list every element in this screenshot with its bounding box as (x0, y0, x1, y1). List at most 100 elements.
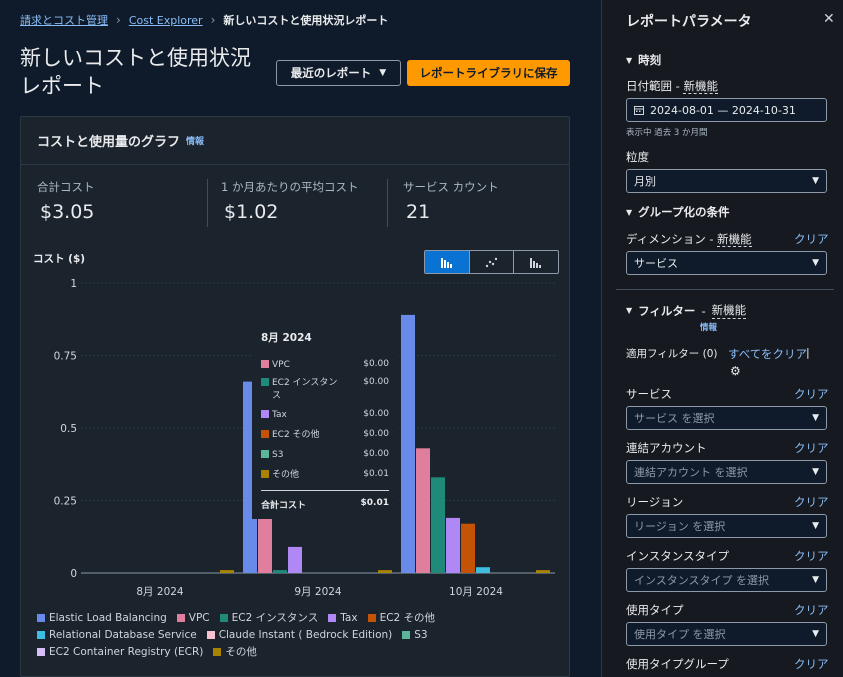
caret-down-icon: ▼ (812, 629, 819, 639)
instance-type-filter-label: インスタンスタイプ (626, 549, 730, 563)
bar[interactable] (273, 570, 287, 573)
legend-swatch (402, 630, 411, 639)
region-filter-select[interactable]: リージョン を選択 ▼ (626, 514, 827, 538)
tooltip-row-name: VPC (272, 360, 290, 370)
dimension-select[interactable]: サービス ▼ (626, 251, 827, 275)
bar[interactable] (536, 570, 550, 573)
legend-item[interactable]: Claude Instant ( Bedrock Edition) (206, 628, 393, 641)
collapse-triangle-icon: ▼ (626, 306, 633, 315)
service-clear-link[interactable]: クリア (794, 386, 829, 402)
bar[interactable] (446, 517, 460, 573)
line-chart-button[interactable] (470, 251, 515, 273)
bar[interactable] (461, 523, 475, 573)
bar[interactable] (220, 570, 234, 573)
tooltip-row: S3 $0.00 (261, 449, 389, 462)
legend-item[interactable]: その他 (213, 644, 257, 659)
legend-swatch (219, 613, 228, 622)
legend-swatch (176, 613, 185, 622)
section-time[interactable]: ▼ 時刻 (626, 52, 661, 68)
recent-reports-label: 最近のレポート (290, 66, 372, 80)
breadcrumb-cost-explorer-link[interactable]: Cost Explorer (129, 14, 203, 27)
legend-item[interactable]: S3 (402, 629, 428, 641)
legend-label: Elastic Load Balancing (49, 611, 167, 624)
bar[interactable] (476, 567, 490, 573)
metric-value: 21 (406, 201, 431, 223)
info-link[interactable]: 情報 (186, 134, 204, 147)
section-filters[interactable]: ▼ フィルター - 新機能 (626, 302, 747, 319)
caret-down-icon: ▼ (812, 467, 819, 477)
service-filter-label: サービス (626, 387, 672, 401)
caret-down-icon: ▼ (379, 68, 387, 78)
region-filter-placeholder: リージョン を選択 (634, 520, 726, 533)
metric-divider (387, 179, 388, 227)
breadcrumb-separator-icon: › (210, 13, 216, 27)
y-axis-label: コスト ($) (33, 253, 86, 265)
legend-item[interactable]: EC2 Container Registry (ECR) (37, 646, 203, 658)
usage-type-clear-link[interactable]: クリア (794, 602, 829, 618)
save-to-library-button[interactable]: レポートライブラリに保存 (407, 60, 570, 86)
chart-tooltip: 8月 2024 VPC $0.00 EC2 インスタンス $0.00 Tax $0.00 E… (252, 323, 398, 519)
caret-down-icon: ▼ (812, 521, 819, 531)
tooltip-swatch (261, 360, 269, 368)
usage-type-group-clear-link[interactable]: クリア (794, 656, 829, 672)
y-tick-label: 0 (70, 568, 77, 580)
section-group-by[interactable]: ▼ グループ化の条件 (626, 204, 729, 220)
tooltip-row: EC2 インスタンス $0.00 (261, 377, 389, 403)
service-filter-placeholder: サービス を選択 (634, 412, 715, 425)
y-tick-label: 0.25 (54, 496, 77, 508)
date-range-value: 2024-08-01 — 2024-10-31 (650, 103, 796, 117)
date-range-input[interactable]: 2024-08-01 — 2024-10-31 (626, 98, 827, 122)
tooltip-row-value: $0.00 (363, 429, 389, 439)
legend-item[interactable]: EC2 その他 (367, 610, 435, 625)
caret-down-icon: ▼ (812, 575, 819, 585)
bar[interactable] (401, 314, 415, 573)
tooltip-divider (261, 490, 389, 491)
dimension-clear-link[interactable]: クリア (794, 231, 829, 247)
account-filter-select[interactable]: 連結アカウント を選択 ▼ (626, 460, 827, 484)
bar[interactable] (288, 546, 302, 573)
bar[interactable] (416, 448, 430, 573)
close-icon[interactable]: ✕ (823, 11, 835, 27)
tooltip-row: その他 $0.01 (261, 469, 389, 482)
legend-item[interactable]: Elastic Load Balancing (37, 612, 167, 624)
legend-item[interactable]: Relational Database Service (37, 629, 197, 641)
metric-avg-cost: 1 か月あたりの平均コスト $1.02 (221, 179, 358, 227)
y-tick-label: 1 (70, 278, 77, 290)
tooltip-swatch (261, 430, 269, 438)
breadcrumb-billing-link[interactable]: 請求とコスト管理 (20, 12, 108, 28)
filters-info-link[interactable]: 情報 (700, 321, 717, 333)
region-clear-link[interactable]: クリア (794, 494, 829, 510)
stacked-chart-button[interactable] (514, 251, 558, 273)
usage-type-filter-placeholder: 使用タイプ を選択 (634, 628, 726, 641)
usage-type-filter-select[interactable]: 使用タイプ を選択 ▼ (626, 622, 827, 646)
bar[interactable] (431, 477, 445, 573)
tooltip-row-value: $0.00 (363, 377, 389, 387)
legend-item[interactable]: VPC (176, 612, 210, 624)
recent-reports-button[interactable]: 最近のレポート ▼ (276, 60, 401, 86)
metric-label: 合計コスト (37, 180, 95, 194)
instance-type-clear-link[interactable]: クリア (794, 548, 829, 564)
instance-type-filter-select[interactable]: インスタンスタイプ を選択 ▼ (626, 568, 827, 592)
caret-down-icon: ▼ (812, 176, 819, 186)
clear-all-filters-link[interactable]: すべてをクリア (728, 346, 807, 362)
stacked-bar-icon (530, 258, 542, 268)
tooltip-swatch (261, 378, 269, 386)
bar-chart-button[interactable] (425, 251, 470, 273)
section-time-label: 時刻 (638, 53, 662, 67)
legend-swatch (213, 647, 222, 656)
bar[interactable] (378, 570, 392, 573)
account-clear-link[interactable]: クリア (794, 440, 829, 456)
tooltip-row-value: $0.01 (363, 469, 389, 479)
dimension-value: サービス (634, 257, 678, 270)
service-filter-select[interactable]: サービス を選択 ▼ (626, 406, 827, 430)
legend-label: Claude Instant ( Bedrock Edition) (218, 628, 393, 641)
breadcrumb-current: 新しいコストと使用状況レポート (223, 14, 389, 27)
collapse-triangle-icon: ▼ (626, 55, 633, 65)
granularity-select[interactable]: 月別 ▼ (626, 169, 827, 193)
tooltip-row-value: $0.00 (363, 409, 389, 419)
legend-item[interactable]: Tax (328, 612, 358, 624)
calendar-icon (634, 106, 644, 115)
settings-gear-icon[interactable]: ⚙ (730, 364, 741, 378)
legend-item[interactable]: EC2 インスタンス (219, 610, 318, 625)
tooltip-row: VPC $0.00 (261, 359, 389, 372)
